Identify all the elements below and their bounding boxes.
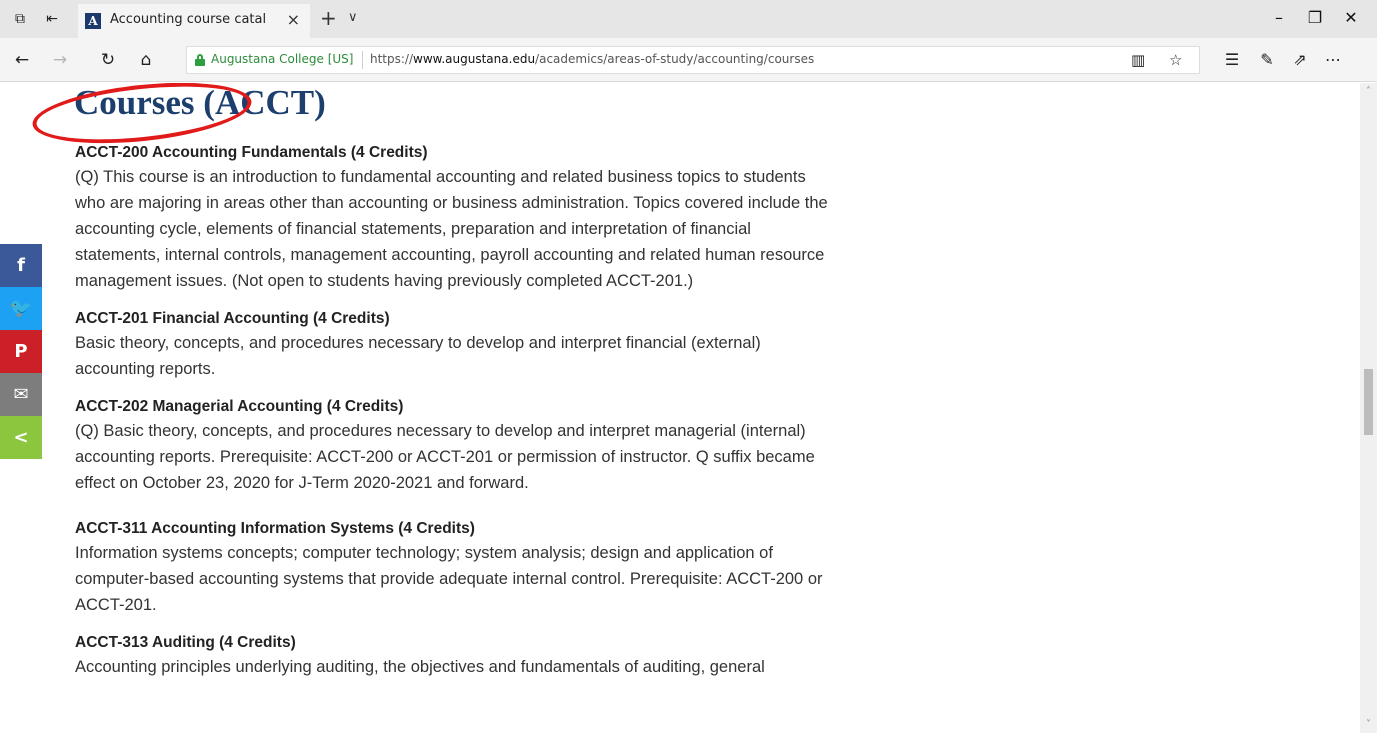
course-list: ACCT-200 Accounting Fundamentals (4 Cred… bbox=[75, 142, 915, 694]
share-icon[interactable]: ⇗ bbox=[1290, 50, 1310, 70]
favorite-star-icon[interactable]: ☆ bbox=[1169, 51, 1182, 69]
tab-preview-chevron-icon[interactable]: ∨ bbox=[348, 10, 358, 25]
course-heading: ACCT-201 Financial Accounting (4 Credits… bbox=[75, 310, 390, 327]
tab-close-icon[interactable]: × bbox=[287, 10, 300, 29]
home-icon[interactable]: ⌂ bbox=[136, 50, 156, 70]
minimize-button[interactable]: – bbox=[1269, 8, 1289, 28]
scroll-up-icon[interactable]: ˄ bbox=[1360, 83, 1377, 100]
email-share-icon[interactable]: ✉ bbox=[0, 373, 42, 416]
url-text[interactable]: https://www.augustana.edu/academics/area… bbox=[370, 52, 814, 66]
twitter-share-icon[interactable]: 🐦 bbox=[0, 287, 42, 330]
social-share-bar: f 🐦 P ✉ < bbox=[0, 244, 42, 459]
course-heading: ACCT-202 Managerial Accounting (4 Credit… bbox=[75, 398, 404, 415]
course-item: ACCT-201 Financial Accounting (4 Credits… bbox=[75, 308, 915, 382]
forward-icon[interactable]: → bbox=[50, 50, 70, 70]
show-tabs-aside-icon[interactable]: ⇤ bbox=[44, 11, 60, 27]
web-notes-pen-icon[interactable]: ✎ bbox=[1257, 50, 1277, 70]
more-share-icon[interactable]: < bbox=[0, 416, 42, 459]
tab-title: Accounting course catal bbox=[110, 12, 267, 27]
course-heading: ACCT-200 Accounting Fundamentals (4 Cred… bbox=[75, 144, 428, 161]
address-divider bbox=[362, 51, 363, 69]
augustana-favicon-icon: A bbox=[85, 13, 101, 29]
title-bar: ⧉ ⇤ A Accounting course catal × + ∨ – ❐ … bbox=[0, 0, 1377, 38]
scroll-down-icon[interactable]: ˅ bbox=[1360, 716, 1377, 733]
course-description: Accounting principles underlying auditin… bbox=[75, 658, 765, 676]
navigation-bar: ← → ↻ ⌂ Augustana College [US] https://w… bbox=[0, 38, 1377, 82]
refresh-icon[interactable]: ↻ bbox=[98, 50, 118, 70]
page-content: Courses (ACCT) ACCT-200 Accounting Funda… bbox=[0, 83, 1360, 733]
restore-button[interactable]: ❐ bbox=[1305, 8, 1325, 28]
course-item: ACCT-311 Accounting Information Systems … bbox=[75, 518, 915, 618]
course-item: ACCT-313 Auditing (4 Credits) Accounting… bbox=[75, 632, 915, 680]
site-identity[interactable]: Augustana College [US] bbox=[211, 52, 353, 66]
lock-icon[interactable] bbox=[195, 54, 205, 66]
vertical-scrollbar[interactable]: ˄ ˅ bbox=[1360, 83, 1377, 733]
scrollbar-thumb[interactable] bbox=[1364, 369, 1373, 435]
set-tabs-aside-icon[interactable]: ⧉ bbox=[12, 11, 28, 27]
facebook-share-icon[interactable]: f bbox=[0, 244, 42, 287]
course-item: ACCT-202 Managerial Accounting (4 Credit… bbox=[75, 396, 915, 496]
course-heading: ACCT-311 Accounting Information Systems … bbox=[75, 520, 475, 537]
close-window-button[interactable]: ✕ bbox=[1341, 8, 1361, 28]
course-description: (Q) This course is an introduction to fu… bbox=[75, 168, 828, 290]
course-description: Basic theory, concepts, and procedures n… bbox=[75, 334, 761, 378]
reading-view-icon[interactable]: ▥ bbox=[1131, 51, 1145, 69]
more-options-icon[interactable]: ⋯ bbox=[1323, 50, 1343, 70]
pinterest-share-icon[interactable]: P bbox=[0, 330, 42, 373]
new-tab-button[interactable]: + bbox=[320, 6, 337, 30]
back-icon[interactable]: ← bbox=[12, 50, 32, 70]
favorites-hub-icon[interactable]: ☰ bbox=[1222, 50, 1242, 70]
course-heading: ACCT-313 Auditing (4 Credits) bbox=[75, 634, 296, 651]
active-tab[interactable]: A Accounting course catal × bbox=[78, 4, 310, 38]
course-description: Information systems concepts; computer t… bbox=[75, 544, 823, 614]
course-description: (Q) Basic theory, concepts, and procedur… bbox=[75, 422, 815, 492]
course-item: ACCT-200 Accounting Fundamentals (4 Cred… bbox=[75, 142, 915, 294]
address-bar[interactable]: Augustana College [US] https://www.augus… bbox=[186, 46, 1200, 74]
